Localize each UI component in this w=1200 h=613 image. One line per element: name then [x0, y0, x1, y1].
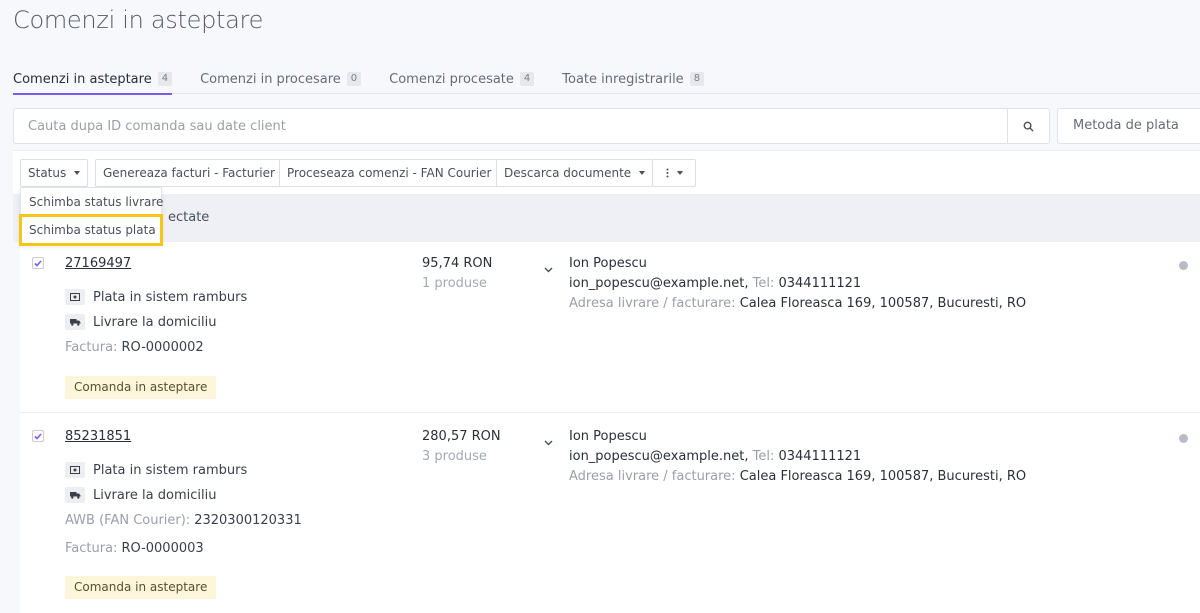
- order-id-link[interactable]: 85231851: [65, 429, 131, 444]
- payment-method: Plata in sistem ramburs: [65, 289, 247, 305]
- expand-chevron-icon[interactable]: [544, 431, 553, 450]
- order-checkbox[interactable]: [32, 430, 44, 442]
- status-dropdown-button[interactable]: Status: [20, 159, 89, 187]
- search-button[interactable]: [1007, 109, 1049, 143]
- payment-method-filter[interactable]: Metoda de plata: [1057, 108, 1200, 144]
- client-contact: ion_popescu@example.net, Tel: 0344111121: [569, 276, 862, 291]
- address-label: Adresa livrare / facturare:: [569, 469, 736, 484]
- tab-count: 4: [157, 72, 173, 86]
- tab-label: Comenzi in asteptare: [13, 71, 152, 87]
- process-orders-label: Proceseaza comenzi - FAN Courier: [287, 166, 492, 180]
- selection-text: ectate: [168, 210, 210, 225]
- order-amount: 280,57 RON: [422, 429, 501, 444]
- invoice-label: Factura:: [65, 340, 118, 355]
- invoice-label: Factura:: [65, 541, 118, 556]
- status-label: Status: [28, 166, 67, 180]
- tab-count: 8: [689, 72, 705, 86]
- page-title: Comenzi in asteptare: [13, 6, 264, 34]
- caret-down-icon: [74, 171, 81, 175]
- download-documents-label: Descarca documente: [504, 166, 632, 180]
- change-payment-status-item[interactable]: Schimba status plata: [19, 214, 163, 246]
- client-email: ion_popescu@example.net: [569, 449, 745, 464]
- invoice-number: RO-0000002: [121, 340, 204, 355]
- search-row: Metoda de plata: [13, 108, 1200, 144]
- order-amount: 95,74 RON: [422, 256, 493, 271]
- awb-number: 2320300120331: [194, 513, 302, 528]
- tab-label: Comenzi procesate: [389, 71, 514, 87]
- cash-icon: [65, 289, 85, 305]
- process-orders-button[interactable]: Proceseaza comenzi - FAN Courier: [279, 159, 500, 187]
- client-name: Ion Popescu: [569, 429, 647, 444]
- client-name: Ion Popescu: [569, 256, 647, 271]
- address-value: Calea Floreasca 169, 100587, Bucuresti, …: [739, 296, 1027, 311]
- invoice-number: RO-0000003: [121, 541, 204, 556]
- status-badge: Comanda in asteptare: [65, 376, 217, 399]
- tab-processed[interactable]: Comenzi procesate 4: [389, 64, 535, 94]
- client-phone: 0344111121: [778, 449, 862, 464]
- delivery-method-label: Livrare la domiciliu: [93, 314, 217, 330]
- invoice-info: Factura: RO-0000002: [65, 340, 204, 355]
- client-address: Adresa livrare / facturare: Calea Florea…: [569, 296, 1026, 311]
- actions-toolbar: Status Genereaza facturi - Facturier Pro…: [13, 150, 1200, 194]
- check-icon: [34, 259, 42, 267]
- search-input[interactable]: [14, 109, 1008, 143]
- product-count: 3 produse: [422, 449, 487, 464]
- caret-down-icon: [676, 171, 683, 175]
- awb-info: AWB (FAN Courier): 2320300120331: [65, 513, 302, 528]
- status-dot: [1179, 261, 1188, 270]
- awb-label: AWB (FAN Courier):: [65, 513, 191, 528]
- address-value: Calea Floreasca 169, 100587, Bucuresti, …: [739, 469, 1027, 484]
- delivery-method-label: Livrare la domiciliu: [93, 487, 217, 503]
- payment-method-label: Plata in sistem ramburs: [93, 462, 248, 478]
- status-dot: [1179, 434, 1188, 443]
- generate-invoices-label: Genereaza facturi - Facturier: [103, 166, 275, 180]
- more-vertical-icon: [666, 168, 668, 178]
- more-actions-button[interactable]: [652, 159, 696, 187]
- tab-pending[interactable]: Comenzi in asteptare 4: [13, 64, 173, 95]
- tab-all-records[interactable]: Toate inregistrarile 8: [562, 64, 705, 94]
- tab-label: Toate inregistrarile: [562, 71, 684, 87]
- delivery-method: Livrare la domiciliu: [65, 487, 216, 503]
- truck-icon: [65, 487, 85, 503]
- status-dropdown-menu: Schimba status livrare Schimba status pl…: [19, 187, 163, 246]
- client-phone: 0344111121: [778, 276, 862, 291]
- generate-invoices-button[interactable]: Genereaza facturi - Facturier: [95, 159, 283, 187]
- order-card: 85231851 Plata in sistem ramburs Livrare…: [20, 413, 1200, 613]
- address-label: Adresa livrare / facturare:: [569, 296, 736, 311]
- tab-count: 0: [346, 72, 362, 86]
- check-icon: [34, 432, 42, 440]
- order-card: 27169497 Plata in sistem ramburs Livrare…: [20, 242, 1200, 413]
- status-badge: Comanda in asteptare: [65, 576, 217, 599]
- tabs-bar: Comenzi in asteptare 4 Comenzi in proces…: [13, 64, 1200, 95]
- client-email: ion_popescu@example.net: [569, 276, 745, 291]
- cash-icon: [65, 462, 85, 478]
- tab-count: 4: [519, 72, 535, 86]
- download-documents-button[interactable]: Descarca documente: [496, 159, 654, 187]
- truck-icon: [65, 314, 85, 330]
- tab-processing[interactable]: Comenzi in procesare 0: [200, 64, 362, 94]
- search-box: [13, 108, 1050, 144]
- selection-bar: ectate: [13, 194, 1200, 242]
- caret-down-icon: [639, 171, 646, 175]
- tab-label: Comenzi in procesare: [200, 71, 341, 87]
- product-count: 1 produse: [422, 276, 487, 291]
- order-checkbox[interactable]: [32, 257, 44, 269]
- search-icon: [1023, 121, 1034, 132]
- change-delivery-status-item[interactable]: Schimba status livrare: [21, 188, 163, 216]
- tel-label: Tel:: [752, 449, 775, 464]
- payment-method-label: Plata in sistem ramburs: [93, 289, 248, 305]
- payment-method: Plata in sistem ramburs: [65, 462, 247, 478]
- tel-label: Tel:: [752, 276, 775, 291]
- delivery-method: Livrare la domiciliu: [65, 314, 216, 330]
- invoice-info: Factura: RO-0000003: [65, 541, 204, 556]
- order-id-link[interactable]: 27169497: [65, 256, 131, 271]
- client-contact: ion_popescu@example.net, Tel: 0344111121: [569, 449, 862, 464]
- client-address: Adresa livrare / facturare: Calea Florea…: [569, 469, 1026, 484]
- expand-chevron-icon[interactable]: [544, 258, 553, 277]
